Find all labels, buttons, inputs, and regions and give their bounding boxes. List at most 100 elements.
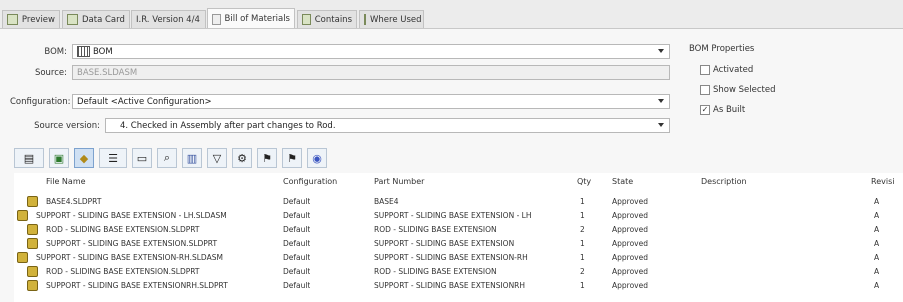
flag-icon: ⚑ (287, 151, 297, 165)
cell-configuration: Default (283, 281, 311, 290)
tab-where-used[interactable]: Where Used (359, 10, 424, 28)
view-icon: ◆ (79, 151, 89, 165)
list-options-button[interactable]: ☰ (99, 148, 127, 168)
activated-label: Activated (713, 65, 754, 75)
tab-label: Where Used (370, 14, 422, 25)
show-selected-checkbox[interactable]: Show Selected (700, 85, 775, 95)
tab-contains[interactable]: Contains (297, 10, 357, 28)
cell-revision: A (874, 239, 880, 248)
cell-state: Approved (612, 281, 648, 290)
tab-label: Data Card (82, 14, 125, 25)
cell-qty: 1 (580, 253, 585, 262)
tab-bar: Preview Data Card I.R. Version 4/4 Bill … (0, 0, 903, 29)
cell-revision: A (874, 253, 880, 262)
cell-state: Approved (612, 211, 648, 220)
cell-file-name: ROD - SLIDING BASE EXTENSION.SLDPRT (46, 225, 200, 234)
flag-button[interactable]: ⚑ (257, 148, 277, 168)
tab-label: Contains (314, 14, 352, 25)
excel-icon: ▣ (53, 151, 65, 165)
export-button[interactable]: ▣ (49, 148, 69, 168)
cell-file-name: ROD - SLIDING BASE EXTENSION.SLDPRT (46, 267, 200, 276)
checkbox-check[interactable]: ✓ (700, 105, 710, 115)
cell-file-name: BASE4.SLDPRT (46, 197, 102, 206)
cell-part-number: ROD - SLIDING BASE EXTENSION (374, 267, 497, 276)
compare-icon: ▥ (186, 151, 198, 165)
cell-qty: 2 (580, 225, 585, 234)
header-revision[interactable]: Revisi (871, 177, 894, 186)
header-description[interactable]: Description (701, 177, 747, 186)
part-icon (27, 224, 38, 235)
cell-file-name: SUPPORT - SLIDING BASE EXTENSION-RH.SLDA… (36, 253, 223, 262)
part-icon (27, 238, 38, 249)
cell-revision: A (874, 211, 880, 220)
compare-button[interactable]: ▥ (182, 148, 202, 168)
properties-button[interactable]: ▭ (132, 148, 152, 168)
cell-configuration: Default (283, 225, 311, 234)
cell-state: Approved (612, 197, 648, 206)
show-selected-label: Show Selected (713, 85, 776, 95)
settings-button[interactable]: ⚙ (232, 148, 252, 168)
bom-value: BOM (93, 46, 113, 57)
cell-qty: 1 (580, 211, 585, 220)
table-row[interactable]: BASE4.SLDPRT Default BASE4 1 Approved A (14, 196, 903, 209)
header-file-name[interactable]: File Name (46, 177, 86, 186)
where-used-icon (364, 14, 366, 25)
source-version-select[interactable]: 4. Checked in Assembly after part change… (105, 118, 670, 133)
tab-bill-of-materials[interactable]: Bill of Materials (207, 8, 295, 29)
cell-revision: A (874, 197, 880, 206)
source-label: Source: (34, 68, 67, 78)
part-icon (27, 280, 38, 291)
table-row[interactable]: SUPPORT - SLIDING BASE EXTENSION-RH.SLDA… (14, 252, 903, 265)
contains-icon (302, 14, 311, 25)
table-row[interactable]: SUPPORT - SLIDING BASE EXTENSION - LH.SL… (14, 210, 903, 223)
cell-revision: A (874, 225, 880, 234)
cell-part-number: BASE4 (374, 197, 399, 206)
tab-label: Preview (21, 14, 55, 25)
part-icon (27, 266, 38, 277)
find-button[interactable]: ⌕ (157, 148, 177, 168)
header-state[interactable]: State (612, 177, 633, 186)
tab-data-card[interactable]: Data Card (62, 10, 130, 28)
activated-checkbox[interactable]: Activated (700, 65, 753, 75)
bom-icon (212, 13, 221, 25)
view-button[interactable]: ◆ (74, 148, 94, 168)
configuration-select[interactable]: Default <Active Configuration> (72, 94, 670, 109)
info-icon: ◉ (312, 151, 322, 165)
source-version-label: Source version: (34, 121, 100, 131)
filter-button[interactable]: ▽ (207, 148, 227, 168)
cell-configuration: Default (283, 239, 311, 248)
checkbox-box[interactable] (700, 65, 710, 75)
cell-file-name: SUPPORT - SLIDING BASE EXTENSION - LH.SL… (36, 211, 227, 220)
bom-select[interactable]: BOM (72, 44, 670, 59)
table-row[interactable]: SUPPORT - SLIDING BASE EXTENSIONRH.SLDPR… (14, 280, 903, 293)
print-button[interactable]: ▤ (14, 148, 44, 168)
cell-configuration: Default (283, 267, 311, 276)
filter-icon: ▽ (212, 151, 222, 165)
table-row[interactable]: ROD - SLIDING BASE EXTENSION.SLDPRT Defa… (14, 224, 903, 237)
tab-preview[interactable]: Preview (2, 10, 60, 28)
cell-part-number: ROD - SLIDING BASE EXTENSION (374, 225, 497, 234)
cell-revision: A (874, 281, 880, 290)
table-row[interactable]: ROD - SLIDING BASE EXTENSION.SLDPRT Defa… (14, 266, 903, 279)
cell-state: Approved (612, 225, 648, 234)
printer-icon: ▤ (23, 151, 35, 165)
source-field: BASE.SLDASM (72, 65, 670, 80)
header-part-number[interactable]: Part Number (374, 177, 424, 186)
cell-state: Approved (612, 267, 648, 276)
flag-alt-button[interactable]: ⚑ (282, 148, 302, 168)
tab-version[interactable]: I.R. Version 4/4 (131, 10, 206, 28)
info-button[interactable]: ◉ (307, 148, 327, 168)
as-built-label: As Built (713, 105, 746, 115)
as-built-checkbox[interactable]: ✓ As Built (700, 105, 745, 115)
cell-qty: 2 (580, 267, 585, 276)
data-card-icon (67, 14, 78, 25)
cell-revision: A (874, 267, 880, 276)
header-qty[interactable]: Qty (577, 177, 591, 186)
chevron-down-icon (658, 123, 664, 127)
table-row[interactable]: SUPPORT - SLIDING BASE EXTENSION.SLDPRT … (14, 238, 903, 251)
header-configuration[interactable]: Configuration (283, 177, 337, 186)
bom-grid: File Name Configuration Part Number Qty … (14, 173, 903, 302)
checkbox-box[interactable] (700, 85, 710, 95)
cell-state: Approved (612, 253, 648, 262)
chevron-down-icon (658, 49, 664, 53)
